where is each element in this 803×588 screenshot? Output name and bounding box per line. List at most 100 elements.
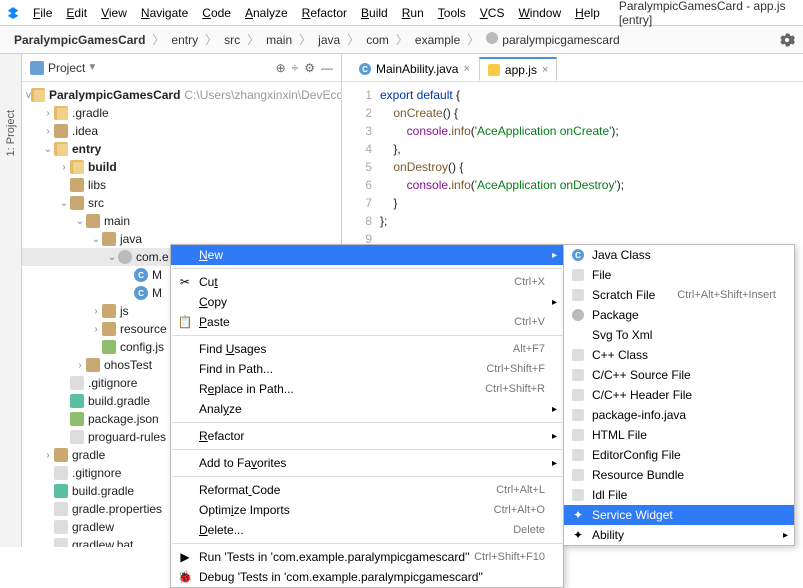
tab-MainAbility.java[interactable]: CMainAbility.java× bbox=[350, 57, 479, 81]
menu-item[interactable]: HTML File bbox=[564, 425, 794, 445]
tree-item[interactable]: ⌄entry bbox=[22, 140, 341, 158]
menu-item[interactable]: C/C++ Source File bbox=[564, 365, 794, 385]
chevron-right-icon: 〉 bbox=[247, 31, 259, 48]
tree-root[interactable]: vParalympicGamesCardC:\Users\zhangxinxin… bbox=[22, 86, 341, 104]
sidebar-tab-project[interactable]: 1: Project bbox=[3, 104, 19, 162]
menu-help[interactable]: Help bbox=[568, 2, 607, 24]
crumb-com[interactable]: com bbox=[360, 30, 395, 50]
menu-item[interactable]: Copy▸ bbox=[171, 292, 563, 312]
tree-item[interactable]: ⌄main bbox=[22, 212, 341, 230]
tree-label: M bbox=[152, 268, 162, 282]
code-line[interactable]: } bbox=[380, 194, 803, 212]
menu-item[interactable]: ✦Service Widget bbox=[564, 505, 794, 525]
menu-separator bbox=[172, 422, 562, 423]
menu-item[interactable]: Find in Path...Ctrl+Shift+F bbox=[171, 359, 563, 379]
tree-item[interactable]: ›.gradle bbox=[22, 104, 341, 122]
menu-item[interactable]: Package bbox=[564, 305, 794, 325]
menu-item[interactable]: Add to Favorites▸ bbox=[171, 453, 563, 473]
close-icon[interactable]: × bbox=[542, 64, 548, 76]
tree-twisty[interactable]: ⌄ bbox=[42, 144, 54, 155]
tree-twisty[interactable]: › bbox=[74, 360, 86, 371]
tree-item[interactable]: libs bbox=[22, 176, 341, 194]
menu-item[interactable]: Svg To Xml bbox=[564, 325, 794, 345]
tree-twisty[interactable]: › bbox=[58, 162, 70, 173]
crumb-main[interactable]: main bbox=[260, 30, 298, 50]
tree-item[interactable]: ›.idea bbox=[22, 122, 341, 140]
menu-file[interactable]: File bbox=[26, 2, 59, 24]
menu-item[interactable]: File bbox=[564, 265, 794, 285]
menu-analyze[interactable]: Analyze bbox=[238, 2, 295, 24]
menu-item[interactable]: ▶Run 'Tests in 'com.example.paralympicga… bbox=[171, 547, 563, 567]
menu-item[interactable]: 🐞Debug 'Tests in 'com.example.paralympic… bbox=[171, 567, 563, 587]
tree-item[interactable]: ›build bbox=[22, 158, 341, 176]
line-number: 8 bbox=[342, 212, 372, 230]
menu-item[interactable]: C/C++ Header File bbox=[564, 385, 794, 405]
gear-icon[interactable]: ⚙ bbox=[304, 61, 315, 75]
crumb-src[interactable]: src bbox=[218, 30, 246, 50]
tree-label: gradlew.bat bbox=[72, 538, 133, 547]
context-menu[interactable]: New▸ ✂CutCtrl+XCopy▸📋PasteCtrl+V Find Usag… bbox=[170, 244, 564, 588]
chevron-right-icon: ▸ bbox=[552, 458, 557, 469]
split-icon[interactable]: ÷ bbox=[292, 61, 299, 75]
chevron-down-icon[interactable]: ▼ bbox=[87, 62, 97, 73]
menu-item[interactable]: ✦Ability▸ bbox=[564, 525, 794, 545]
project-panel-title[interactable]: Project bbox=[48, 61, 85, 75]
menu-item[interactable]: C++ Class bbox=[564, 345, 794, 365]
menu-item[interactable]: Replace in Path...Ctrl+Shift+R bbox=[171, 379, 563, 399]
tree-twisty[interactable]: ⌄ bbox=[90, 234, 102, 245]
menu-window[interactable]: Window bbox=[511, 2, 568, 24]
menu-refactor[interactable]: Refactor bbox=[295, 2, 354, 24]
code-line[interactable]: export default { bbox=[380, 86, 803, 104]
tree-twisty[interactable]: ⌄ bbox=[74, 216, 86, 227]
menu-item[interactable]: EditorConfig File bbox=[564, 445, 794, 465]
menu-item[interactable]: Optimize ImportsCtrl+Alt+O bbox=[171, 500, 563, 520]
menu-code[interactable]: Code bbox=[195, 2, 238, 24]
menu-item[interactable]: Reformat CodeCtrl+Alt+L bbox=[171, 480, 563, 500]
chevron-right-icon: ▸ bbox=[552, 297, 557, 308]
code-line[interactable]: }; bbox=[380, 212, 803, 230]
menu-item[interactable]: Delete...Delete bbox=[171, 520, 563, 540]
code-line[interactable]: onCreate() { bbox=[380, 104, 803, 122]
tree-twisty[interactable]: › bbox=[42, 450, 54, 461]
crumb-java[interactable]: java bbox=[312, 30, 346, 50]
menu-navigate[interactable]: Navigate bbox=[134, 2, 195, 24]
menu-item[interactable]: ✂CutCtrl+X bbox=[171, 272, 563, 292]
tree-item[interactable]: ⌄src bbox=[22, 194, 341, 212]
menu-item[interactable]: package-info.java bbox=[564, 405, 794, 425]
tree-twisty[interactable]: › bbox=[90, 306, 102, 317]
menu-item[interactable]: Resource Bundle bbox=[564, 465, 794, 485]
menu-build[interactable]: Build bbox=[354, 2, 395, 24]
menu-item[interactable]: CJava Class bbox=[564, 245, 794, 265]
menu-item[interactable]: Scratch FileCtrl+Alt+Shift+Insert bbox=[564, 285, 794, 305]
menu-edit[interactable]: Edit bbox=[59, 2, 94, 24]
gear-icon[interactable] bbox=[779, 32, 795, 48]
submenu-new[interactable]: CJava ClassFileScratch FileCtrl+Alt+Shif… bbox=[563, 244, 795, 546]
tree-twisty[interactable]: ⌄ bbox=[58, 198, 70, 209]
menu-item[interactable]: Idl File bbox=[564, 485, 794, 505]
crumb-paralympicgamescard[interactable]: paralympicgamescard bbox=[480, 29, 625, 50]
menu-item[interactable]: Find UsagesAlt+F7 bbox=[171, 339, 563, 359]
menu-item[interactable]: 📋PasteCtrl+V bbox=[171, 312, 563, 332]
tree-twisty[interactable]: › bbox=[42, 108, 54, 119]
code-line[interactable]: console.info('AceApplication onDestroy')… bbox=[380, 176, 803, 194]
code-line[interactable]: console.info('AceApplication onCreate'); bbox=[380, 122, 803, 140]
tree-twisty[interactable]: › bbox=[90, 324, 102, 335]
collapse-icon[interactable]: — bbox=[321, 61, 333, 75]
tree-twisty[interactable]: ⌄ bbox=[106, 252, 118, 263]
crumb-entry[interactable]: entry bbox=[165, 30, 204, 50]
crumb-example[interactable]: example bbox=[409, 30, 466, 50]
code-line[interactable]: onDestroy() { bbox=[380, 158, 803, 176]
menu-vcs[interactable]: VCS bbox=[473, 2, 512, 24]
menu-view[interactable]: View bbox=[94, 2, 134, 24]
menu-tools[interactable]: Tools bbox=[431, 2, 473, 24]
menu-item[interactable]: New▸ bbox=[171, 245, 563, 265]
crumb-ParalympicGamesCard[interactable]: ParalympicGamesCard bbox=[8, 30, 151, 50]
close-icon[interactable]: × bbox=[463, 63, 469, 75]
menu-run[interactable]: Run bbox=[395, 2, 431, 24]
menu-item[interactable]: Analyze▸ bbox=[171, 399, 563, 419]
target-icon[interactable]: ⊕ bbox=[276, 61, 286, 75]
code-line[interactable]: }, bbox=[380, 140, 803, 158]
tab-app.js[interactable]: app.js× bbox=[479, 57, 557, 81]
tree-twisty[interactable]: › bbox=[42, 126, 54, 137]
menu-item[interactable]: Refactor▸ bbox=[171, 426, 563, 446]
